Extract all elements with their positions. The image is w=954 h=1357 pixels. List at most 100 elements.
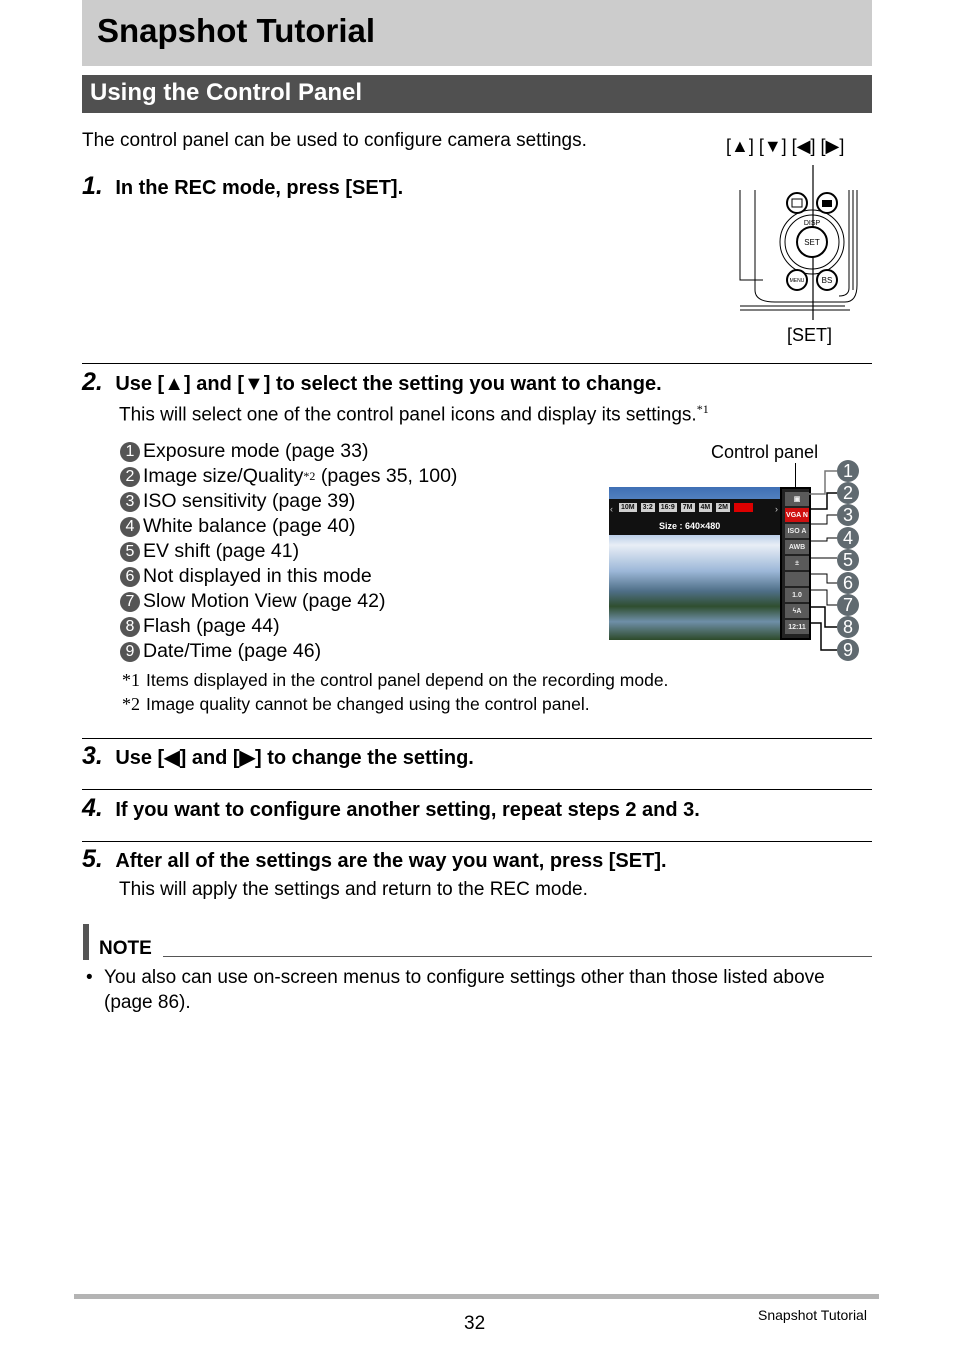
panel-item: 8 Flash (page 44) bbox=[120, 614, 280, 639]
size-option-selected: VGA bbox=[733, 503, 754, 512]
callout-badge: 9 bbox=[837, 639, 859, 661]
page-title: Snapshot Tutorial bbox=[97, 12, 376, 49]
panel-item-label: Not displayed in this mode bbox=[143, 565, 372, 587]
slow-motion-icon: 1.0 bbox=[785, 588, 809, 602]
step-number: 2. bbox=[82, 368, 103, 396]
step-divider bbox=[82, 789, 872, 790]
arrow-buttons-label: [▲] [▼] [◀] [▶] bbox=[726, 136, 845, 156]
step-divider bbox=[82, 363, 872, 364]
panel-item: 9 Date/Time (page 46) bbox=[120, 639, 321, 664]
size-readout: Size : 640×480 bbox=[659, 521, 721, 531]
ev-shift-icon: ± bbox=[785, 556, 809, 570]
callout-badge: 5 bbox=[837, 549, 859, 571]
step-divider bbox=[82, 841, 872, 842]
bullet: • bbox=[86, 967, 93, 988]
step-1: 1. In the REC mode, press [SET]. bbox=[82, 172, 403, 201]
set-button-text: SET bbox=[804, 238, 820, 247]
step-divider bbox=[82, 738, 872, 739]
panel-item-label: ISO sensitivity (page 39) bbox=[143, 490, 356, 512]
step-number: 1. bbox=[82, 172, 103, 200]
note-marker bbox=[83, 924, 89, 960]
step-3: 3. Use [◀] and [▶] to change the setting… bbox=[82, 742, 474, 771]
size-option: 4M bbox=[698, 503, 713, 512]
footnote-2: *2 Image quality cannot be changed using … bbox=[122, 694, 590, 715]
footnote-1: *1 Items displayed in the control panel d… bbox=[122, 670, 668, 691]
panel-item-label: Flash (page 44) bbox=[143, 615, 280, 637]
panel-item-label: Slow Motion View (page 42) bbox=[143, 590, 386, 612]
flash-icon: ϟA bbox=[785, 604, 809, 618]
size-option: 7M bbox=[680, 503, 695, 512]
footnote-text: Image quality cannot be changed using th… bbox=[146, 694, 590, 714]
image-size-menu: ‹ 10M 3:2 16:9 7M 4M 2M VGA › Size : 640… bbox=[609, 499, 780, 535]
image-size-icon: VGA N bbox=[785, 508, 809, 522]
white-balance-icon: AWB bbox=[785, 540, 809, 554]
exposure-mode-icon: ▣ bbox=[785, 492, 809, 506]
callout-badge: 7 bbox=[837, 594, 859, 616]
footnote-ref: *1 bbox=[696, 402, 709, 416]
control-panel-caption: Control panel bbox=[711, 442, 819, 462]
panel-item-label: Date/Time (page 46) bbox=[143, 640, 322, 662]
callout-badge: 4 bbox=[837, 527, 859, 549]
control-panel-strip: ▣ VGA N ISO A AWB ± 1.0 ϟA 12:11 bbox=[780, 487, 811, 640]
step-number: 4. bbox=[82, 794, 103, 822]
footnote-text: Items displayed in the control panel dep… bbox=[146, 670, 669, 690]
iso-icon: ISO A bbox=[785, 524, 809, 538]
set-label: [SET] bbox=[787, 325, 833, 345]
callout-leader-lines bbox=[809, 470, 837, 651]
screen-edge bbox=[739, 190, 763, 281]
panel-item: 7 Slow Motion View (page 42) bbox=[120, 589, 385, 614]
panel-item-label: Exposure mode (page 33) bbox=[143, 440, 369, 462]
callout-badge: 8 bbox=[837, 616, 859, 638]
page-number: 32 bbox=[464, 1313, 486, 1334]
panel-item-pages: (pages 35, 100) bbox=[315, 465, 458, 487]
size-option: 16:9 bbox=[658, 503, 677, 512]
chevron-left-icon: ‹ bbox=[610, 504, 613, 514]
number-badge: 3 bbox=[120, 491, 140, 512]
panel-item: 4 White balance (page 40) bbox=[120, 514, 355, 539]
step-title: Use [▲] and [▼] to select the setting yo… bbox=[115, 373, 662, 395]
step-title: Use [◀] and [▶] to change the setting. bbox=[115, 747, 474, 769]
size-options: 10M 3:2 16:9 7M 4M 2M VGA bbox=[619, 503, 754, 512]
section-title: Using the Control Panel bbox=[90, 79, 363, 106]
footer-section-title: Snapshot Tutorial bbox=[758, 1307, 867, 1323]
number-badge: 9 bbox=[120, 641, 140, 662]
step-number: 5. bbox=[82, 845, 103, 873]
note-label: NOTE bbox=[99, 938, 152, 959]
footnote-mark: *1 bbox=[122, 670, 140, 690]
panel-item-label: EV shift (page 41) bbox=[143, 540, 300, 562]
caption-leader-line bbox=[795, 463, 796, 487]
step-body-text: This will select one of the control pane… bbox=[119, 404, 697, 426]
footer-rule bbox=[74, 1294, 879, 1299]
number-badge: 2 bbox=[120, 466, 140, 487]
step-number: 3. bbox=[82, 742, 103, 770]
number-badge: 5 bbox=[120, 541, 140, 562]
panel-item: 1 Exposure mode (page 33) bbox=[120, 439, 368, 464]
camera-screen-image: ‹ 10M 3:2 16:9 7M 4M 2M VGA › Size : 640… bbox=[609, 487, 780, 640]
panel-item-label: Image size/Quality bbox=[143, 465, 304, 487]
step-5-body: This will apply the settings and return … bbox=[119, 879, 588, 900]
size-option: 10M bbox=[619, 503, 637, 512]
panel-item: 2 Image size/Quality *2 (pages 35, 100) bbox=[120, 464, 457, 489]
number-badge: 8 bbox=[120, 616, 140, 637]
step-title: After all of the settings are the way yo… bbox=[115, 850, 667, 872]
callout-badge: 3 bbox=[837, 504, 859, 526]
step-2-body: This will select one of the control pane… bbox=[119, 402, 709, 426]
menu-button-text: MENU bbox=[790, 278, 805, 284]
footnote-mark: *2 bbox=[122, 694, 140, 714]
disp-label: DISP bbox=[804, 220, 821, 227]
step-2: 2. Use [▲] and [▼] to select the setting… bbox=[82, 368, 662, 397]
playback-button-icon bbox=[786, 192, 808, 214]
step-title: If you want to configure another setting… bbox=[115, 799, 700, 821]
callout-badge: 2 bbox=[837, 482, 859, 504]
step-4: 4. If you want to configure another sett… bbox=[82, 794, 700, 823]
panel-item-label: White balance (page 40) bbox=[143, 515, 356, 537]
panel-item: 5 EV shift (page 41) bbox=[120, 539, 299, 564]
panel-item: 3 ISO sensitivity (page 39) bbox=[120, 489, 355, 514]
note-text: You also can use on-screen menus to conf… bbox=[104, 967, 825, 1013]
bs-button-text: BS bbox=[822, 276, 833, 285]
step-5: 5. After all of the settings are the way… bbox=[82, 845, 667, 874]
number-badge: 1 bbox=[120, 441, 140, 462]
camera-buttons-figure: SET DISP MENU BS bbox=[739, 165, 858, 320]
number-badge: 4 bbox=[120, 516, 140, 537]
note-item: • You also can use on-screen menus to co… bbox=[86, 965, 866, 1015]
